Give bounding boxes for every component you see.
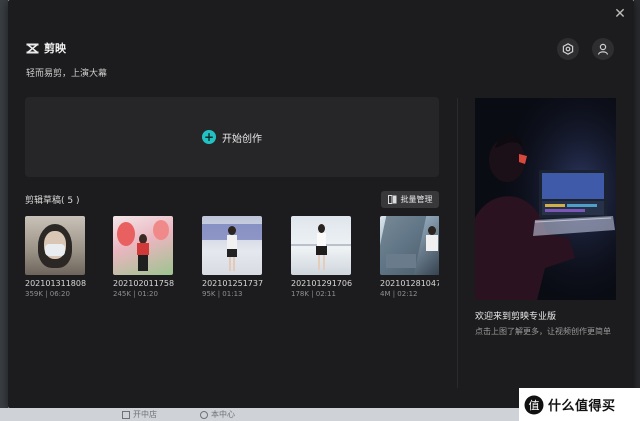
draft-item[interactable]: 202101281047 4M | 02:12 [380,216,439,298]
jianying-logo-icon [26,42,39,54]
panel-divider [457,98,458,388]
settings-hex-icon [562,43,574,55]
draft-item[interactable]: 202102011758 245K | 01:20 [113,216,175,298]
draft-name: 202101251737 [202,279,264,288]
svg-text:值: 值 [529,399,540,412]
draft-thumbnail [113,216,173,275]
app-window: ✕ 剪映 轻而易剪，上演大幕 + 开始创作 剪辑草稿( 5 ) 批量管理 202… [8,0,634,408]
draft-name: 202101291706 [291,279,353,288]
desktop-backdrop-right [634,0,640,421]
start-creating-button[interactable]: + 开始创作 [25,97,439,177]
circle-icon [200,410,208,419]
background-item: 本中心 [200,409,235,420]
background-item: 开中店 [122,409,157,420]
draft-meta: 245K | 01:20 [113,290,158,298]
app-name: 剪映 [44,42,66,55]
app-slogan: 轻而易剪，上演大幕 [26,69,108,79]
draft-thumbnail [380,216,439,275]
promo-title: 欢迎来到剪映专业版 [475,312,557,322]
draft-meta: 95K | 01:13 [202,290,243,298]
background-item-label: 开中店 [133,410,157,419]
draft-name: 202102011758 [113,279,175,288]
draft-meta: 359K | 06:20 [25,290,70,298]
app-logo: 剪映 [26,40,66,56]
watermark: 值 什么值得买 [519,388,640,421]
draft-meta: 4M | 02:12 [380,290,418,298]
user-icon [597,43,609,55]
batch-manage-label: 批量管理 [400,195,433,204]
draft-item[interactable]: 202101311808 359K | 06:20 [25,216,87,298]
plus-icon: + [202,130,216,144]
draft-meta: 178K | 02:11 [291,290,336,298]
draft-thumbnail [291,216,351,275]
draft-name: 202101311808 [25,279,87,288]
background-item-label: 本中心 [211,410,235,419]
promo-image[interactable] [475,98,616,300]
draft-thumbnail [202,216,262,275]
start-creating-label: 开始创作 [222,133,262,145]
draft-item[interactable]: 202101251737 95K | 01:13 [202,216,264,298]
promo-description: 点击上图了解更多，让视频创作更简单 [475,327,611,336]
batch-manage-icon [387,195,396,204]
desktop-backdrop-left [0,0,8,421]
drafts-list: 202101311808 359K | 06:20 202102011758 2… [25,216,439,306]
draft-item[interactable]: 202101291706 178K | 02:11 [291,216,353,298]
account-button[interactable] [592,38,614,60]
close-button[interactable]: ✕ [612,6,628,22]
settings-button[interactable] [557,38,579,60]
drafts-title: 剪辑草稿( 5 ) [25,196,80,206]
draft-name: 202101281047 [380,279,439,288]
batch-manage-button[interactable]: 批量管理 [381,191,439,208]
square-icon [122,410,130,419]
watermark-badge-icon: 值 [524,395,544,414]
watermark-text: 什么值得买 [548,399,616,414]
promo-illustration [475,98,616,300]
draft-thumbnail [25,216,85,275]
